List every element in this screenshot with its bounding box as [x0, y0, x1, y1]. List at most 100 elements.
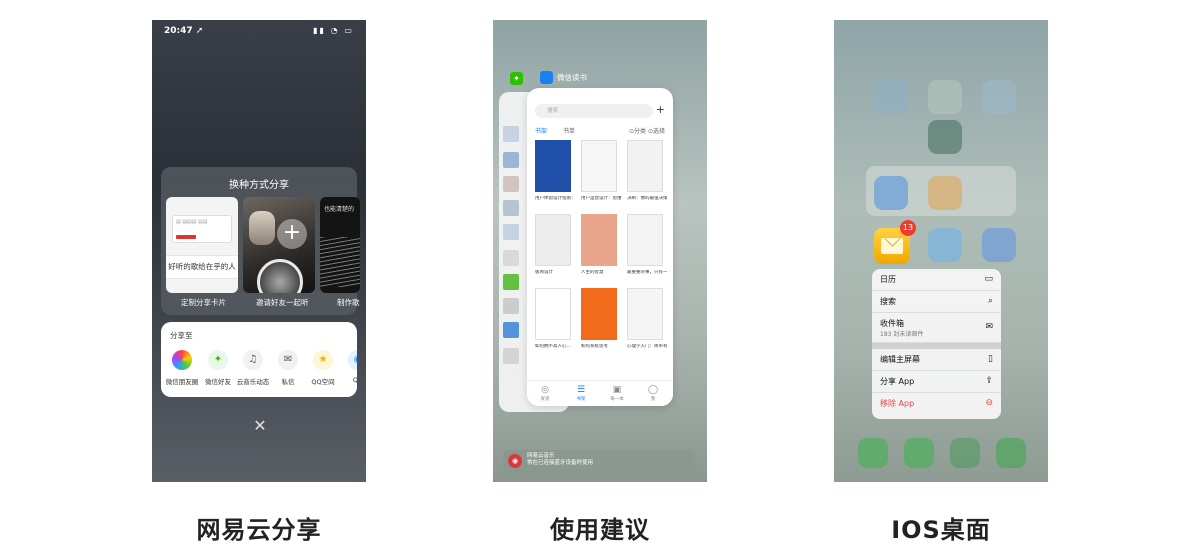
- nav-label: 发现: [540, 397, 550, 402]
- moments-icon: [172, 350, 192, 370]
- target-label: 微信朋友圈: [165, 378, 199, 386]
- siri-suggestion-banner[interactable]: ◉ 网易云音乐 常在已连接蓝牙设备时使用: [503, 450, 695, 472]
- status-time: 20:47 ➚: [164, 26, 204, 36]
- share-to-sheet: 分享至 微信朋友圈 ✦ 微信好友 ♫ 云音乐动态 ✉ 私信 ★ QQ空间 ◉ Q…: [161, 322, 357, 397]
- option-label: 制作歌: [337, 298, 360, 307]
- close-icon[interactable]: ✕: [252, 418, 268, 434]
- book-cover[interactable]: [581, 140, 617, 192]
- menu-item-remove-app[interactable]: 移除 App ⊖: [872, 393, 1001, 415]
- calendar-icon: ▭: [984, 274, 993, 284]
- menu-label: 移除 App: [880, 399, 915, 408]
- menu-item-search[interactable]: 搜索 ⌕: [872, 291, 1001, 313]
- chat-avatar: [503, 126, 519, 142]
- suggestion-text: 网易云音乐 常在已连接蓝牙设备时使用: [527, 453, 593, 467]
- nav-label: 我: [650, 397, 656, 402]
- chat-avatar: [503, 298, 519, 314]
- quick-action-menu: 日历 ▭ 搜索 ⌕ 收件箱 183 封未读邮件 ✉ 编辑主屏幕 ▯ 分享 App…: [872, 269, 1001, 419]
- netease-music-icon: ◉: [508, 454, 522, 468]
- book-title: 人生的智慧: [581, 270, 604, 275]
- card-song-text: 好听的歌给在乎的人: [166, 255, 238, 279]
- blurred-app-icon: [874, 80, 908, 114]
- menu-item-inbox[interactable]: 收件箱 183 封未读邮件 ✉: [872, 313, 1001, 343]
- status-icons: ▮▮ ◔ ▭: [313, 26, 354, 35]
- make-song-option[interactable]: 也能清楚的: [320, 197, 360, 293]
- suggestion-title: 网易云音乐: [527, 453, 555, 459]
- wechat-icon: ✦: [208, 350, 228, 370]
- status-bar: 20:47 ➚ ▮▮ ◔ ▭: [164, 26, 354, 40]
- blurred-app-icon: [874, 176, 908, 210]
- invite-listen-option[interactable]: +: [243, 197, 315, 293]
- caption-ios-desktop: IOS桌面: [891, 516, 991, 544]
- unread-badge: 13: [900, 220, 916, 236]
- wave-image: [320, 237, 360, 287]
- app-switcher-screenshot: ✦ 微信读书 搜索 + 书架 书单 ⊙分类 ⊙选择 用户体验设计指南：从方法论.…: [493, 20, 707, 482]
- caption-netease-share: 网易云分享: [196, 516, 322, 544]
- nav-bookshelf[interactable]: ☰ 书架: [567, 385, 595, 402]
- menu-item-calendar[interactable]: 日历 ▭: [872, 269, 1001, 291]
- chat-avatar: [503, 274, 519, 290]
- share-method-card: 换种方式分享 ▤ ▤▤▤ ▤▤ 好听的歌给在乎的人 + 也能清楚的 定制分享卡片…: [161, 167, 360, 315]
- share-icon: ⇪: [985, 376, 993, 386]
- book-cover[interactable]: [535, 288, 571, 340]
- shelf-icon: ☰: [576, 385, 586, 395]
- weread-search-input[interactable]: 搜索: [535, 104, 653, 118]
- tab-booklist[interactable]: 书单: [563, 128, 575, 135]
- chat-avatar: [503, 176, 519, 192]
- vinyl-image: [257, 259, 303, 293]
- menu-label: 编辑主屏幕: [880, 355, 920, 364]
- target-moments[interactable]: 微信朋友圈: [162, 350, 202, 386]
- blurred-app-icon: [928, 120, 962, 154]
- book-cover[interactable]: [581, 214, 617, 266]
- message-icon: ✉: [278, 350, 298, 370]
- person-icon: ◯: [647, 385, 659, 395]
- target-qzone[interactable]: ★ QQ空间: [303, 350, 343, 386]
- target-qq[interactable]: ◉ QQ: [338, 350, 357, 384]
- blurred-app-icon: [928, 176, 962, 210]
- mail-icon: ✉: [985, 322, 993, 332]
- book-cover[interactable]: [627, 140, 663, 192]
- tab-bookshelf[interactable]: 书架: [535, 128, 547, 135]
- phone-icon: ▯: [988, 354, 993, 364]
- share-method-title: 换种方式分享: [229, 180, 289, 191]
- menu-item-edit-home[interactable]: 编辑主屏幕 ▯: [872, 349, 1001, 371]
- blurred-app-icon: [928, 228, 962, 262]
- make-song-text: 也能清楚的: [324, 206, 355, 213]
- blurred-app-icon: [982, 228, 1016, 262]
- nav-me[interactable]: ◯ 我: [639, 385, 667, 402]
- custom-card-option[interactable]: ▤ ▤▤▤ ▤▤ 好听的歌给在乎的人: [166, 197, 238, 293]
- target-message[interactable]: ✉ 私信: [268, 350, 308, 386]
- target-label: 云音乐动态: [236, 378, 270, 386]
- nav-label: 每一本: [610, 397, 624, 402]
- nav-daily[interactable]: ▣ 每一本: [603, 385, 631, 402]
- book-cover[interactable]: [535, 214, 571, 266]
- menu-label: 收件箱: [880, 319, 904, 328]
- book-cover[interactable]: [535, 140, 571, 192]
- chat-avatar: [503, 152, 519, 168]
- weread-tabs: 书架 书单: [535, 126, 575, 135]
- book-title: 最重要的事，只有一件: [627, 270, 667, 275]
- plus-icon[interactable]: +: [277, 219, 307, 249]
- music-dynamic-icon: ♫: [243, 350, 263, 370]
- shelf-actions[interactable]: ⊙分类 ⊙选择: [629, 126, 665, 135]
- menu-item-share-app[interactable]: 分享 App ⇪: [872, 371, 1001, 393]
- book-cover[interactable]: [581, 288, 617, 340]
- remove-icon: ⊖: [985, 398, 993, 408]
- weread-app-card[interactable]: 搜索 + 书架 书单 ⊙分类 ⊙选择 用户体验设计指南：从方法论... 用户运营…: [527, 88, 673, 406]
- target-wechat[interactable]: ✦ 微信好友: [198, 350, 238, 386]
- book-icon: ▣: [612, 385, 622, 395]
- qzone-icon: ★: [313, 350, 333, 370]
- nav-discover[interactable]: ◎ 发现: [531, 385, 559, 402]
- blurred-app-icon: [928, 80, 962, 114]
- weread-app-name: 微信读书: [557, 73, 587, 82]
- chat-avatar: [503, 250, 519, 266]
- add-icon[interactable]: +: [656, 104, 665, 116]
- weread-app-icon: [540, 71, 553, 84]
- wechat-app-icon: ✦: [510, 72, 523, 85]
- book-cover[interactable]: [627, 288, 663, 340]
- book-cover[interactable]: [627, 214, 663, 266]
- weread-bottom-nav: ◎ 发现 ☰ 书架 ▣ 每一本 ◯ 我: [527, 380, 673, 406]
- menu-label: 分享 App: [880, 377, 915, 386]
- cat-image: [249, 211, 275, 245]
- target-dynamic[interactable]: ♫ 云音乐动态: [233, 350, 273, 386]
- search-icon: ⌕: [987, 296, 993, 306]
